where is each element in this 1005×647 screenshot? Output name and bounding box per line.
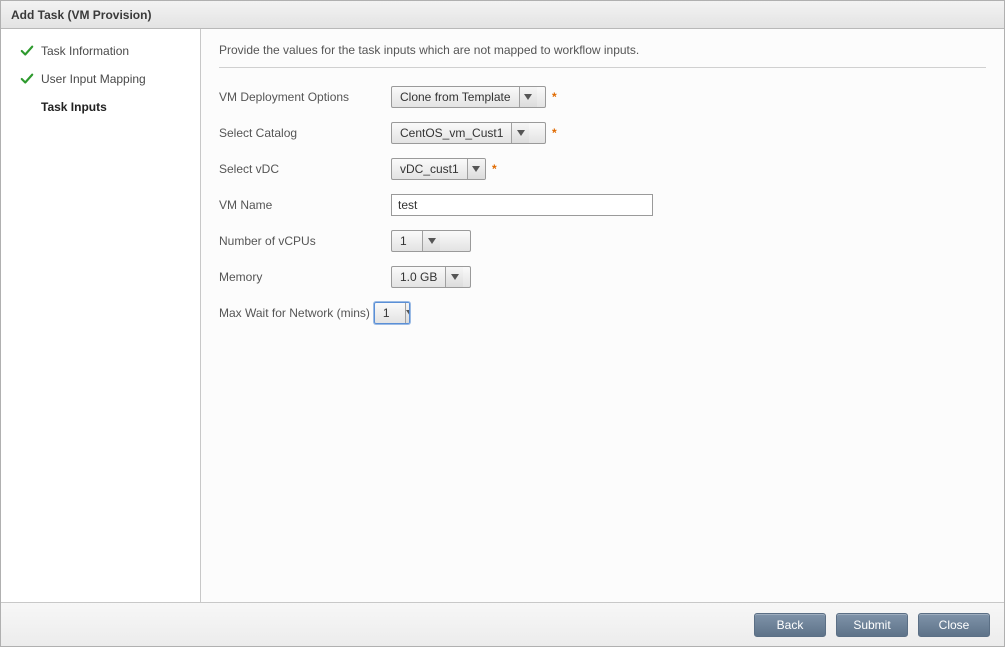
- dropdown-select-catalog[interactable]: CentOS_vm_Cust1: [391, 122, 546, 144]
- step-user-input-mapping[interactable]: User Input Mapping: [1, 65, 200, 93]
- required-asterisk: *: [552, 126, 557, 140]
- main-panel: Provide the values for the task inputs w…: [201, 29, 1004, 602]
- step-task-inputs[interactable]: Task Inputs: [1, 93, 200, 121]
- dropdown-select-vdc[interactable]: vDC_cust1: [391, 158, 486, 180]
- step-task-information[interactable]: Task Information: [1, 37, 200, 65]
- row-vm-deployment-options: VM Deployment Options Clone from Templat…: [219, 86, 986, 108]
- row-max-wait-network: Max Wait for Network (mins) 1: [219, 302, 986, 324]
- dialog-titlebar: Add Task (VM Provision): [1, 1, 1004, 29]
- dialog-footer: Back Submit Close: [1, 602, 1004, 646]
- row-number-of-vcpus: Number of vCPUs 1: [219, 230, 986, 252]
- chevron-down-icon: [511, 123, 529, 143]
- required-asterisk: *: [492, 162, 497, 176]
- dropdown-memory[interactable]: 1.0 GB: [391, 266, 471, 288]
- add-task-dialog: Add Task (VM Provision) Task Information…: [0, 0, 1005, 647]
- chevron-down-icon: [422, 231, 440, 251]
- dropdown-value: 1.0 GB: [392, 267, 445, 287]
- label-select-catalog: Select Catalog: [219, 126, 391, 140]
- required-asterisk: *: [552, 90, 557, 104]
- dropdown-max-wait-network[interactable]: 1: [374, 302, 410, 324]
- step-label: Task Inputs: [41, 100, 107, 114]
- check-icon: [19, 71, 35, 87]
- label-number-of-vcpus: Number of vCPUs: [219, 234, 391, 248]
- back-button[interactable]: Back: [754, 613, 826, 637]
- step-label: User Input Mapping: [41, 72, 146, 86]
- close-button[interactable]: Close: [918, 613, 990, 637]
- dropdown-vm-deployment-options[interactable]: Clone from Template: [391, 86, 546, 108]
- dropdown-value: 1: [392, 231, 422, 251]
- dialog-title: Add Task (VM Provision): [11, 8, 151, 22]
- dropdown-value: 1: [375, 303, 405, 323]
- label-select-vdc: Select vDC: [219, 162, 391, 176]
- label-memory: Memory: [219, 270, 391, 284]
- chevron-down-icon: [467, 159, 485, 179]
- input-vm-name[interactable]: [391, 194, 653, 216]
- label-vm-deployment-options: VM Deployment Options: [219, 90, 391, 104]
- label-vm-name: VM Name: [219, 198, 391, 212]
- blank-icon: [19, 99, 35, 115]
- step-sidebar: Task Information User Input Mapping Task…: [1, 29, 201, 602]
- dropdown-value: vDC_cust1: [392, 159, 467, 179]
- chevron-down-icon: [445, 267, 463, 287]
- dialog-body: Task Information User Input Mapping Task…: [1, 29, 1004, 602]
- check-icon: [19, 43, 35, 59]
- chevron-down-icon: [405, 303, 410, 323]
- dropdown-value: Clone from Template: [392, 87, 519, 107]
- row-select-catalog: Select Catalog CentOS_vm_Cust1 *: [219, 122, 986, 144]
- dropdown-value: CentOS_vm_Cust1: [392, 123, 511, 143]
- submit-button[interactable]: Submit: [836, 613, 908, 637]
- label-max-wait-network: Max Wait for Network (mins): [219, 306, 370, 320]
- row-vm-name: VM Name: [219, 194, 986, 216]
- dropdown-number-of-vcpus[interactable]: 1: [391, 230, 471, 252]
- row-memory: Memory 1.0 GB: [219, 266, 986, 288]
- instruction-text: Provide the values for the task inputs w…: [219, 43, 986, 68]
- row-select-vdc: Select vDC vDC_cust1 *: [219, 158, 986, 180]
- chevron-down-icon: [519, 87, 537, 107]
- step-label: Task Information: [41, 44, 129, 58]
